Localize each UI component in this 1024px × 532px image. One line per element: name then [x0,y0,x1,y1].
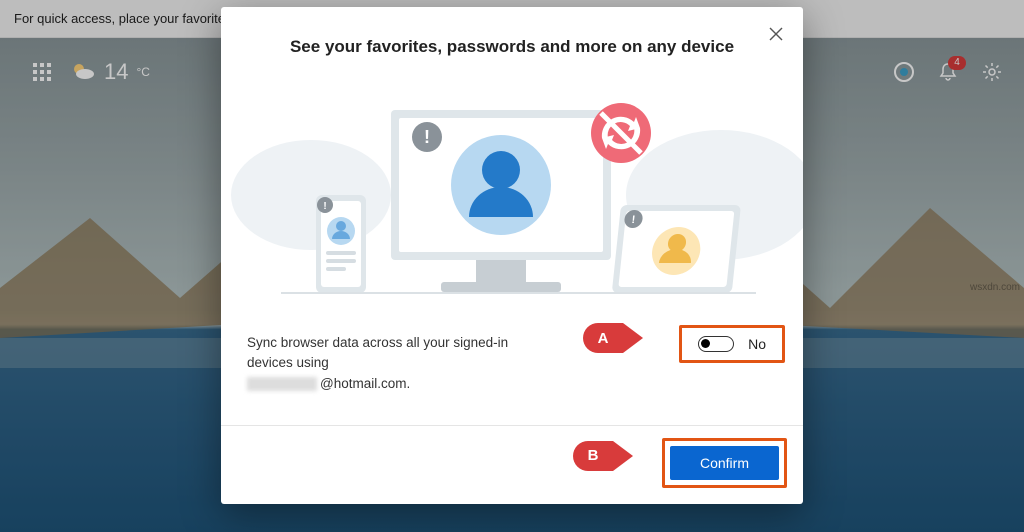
sync-description-text: Sync browser data across all your signed… [247,335,508,370]
annotation-b-label: B [573,441,613,471]
confirm-button[interactable]: Confirm [670,446,779,480]
sync-illustration: ! ! [221,75,803,315]
modal-title: See your favorites, passwords and more o… [221,37,803,57]
account-email: @hotmail.com. [247,374,410,394]
annotation-b: B [573,441,633,471]
email-redacted [247,377,317,391]
sync-option-row: Sync browser data across all your signed… [221,315,803,425]
sync-description: Sync browser data across all your signed… [247,333,557,397]
close-icon [769,27,783,41]
modal-footer: B Confirm [221,425,803,504]
sync-toggle-label: No [748,336,766,352]
watermark-text: wsxdn.com [970,282,1020,293]
annotation-a-label: A [583,323,623,353]
sync-toggle[interactable] [698,336,734,352]
toggle-knob [701,339,710,348]
sync-onboarding-modal: See your favorites, passwords and more o… [221,7,803,504]
svg-text:!: ! [424,127,430,147]
annotation-b-pointer [613,441,633,471]
annotation-a: A [583,323,643,353]
close-button[interactable] [763,21,789,47]
email-domain: @hotmail.com. [320,374,410,394]
annotation-a-pointer [623,323,643,353]
sync-toggle-highlight: No [679,325,785,363]
confirm-button-highlight: Confirm [662,438,787,488]
confirm-button-label: Confirm [700,455,749,471]
svg-text:!: ! [323,201,326,212]
